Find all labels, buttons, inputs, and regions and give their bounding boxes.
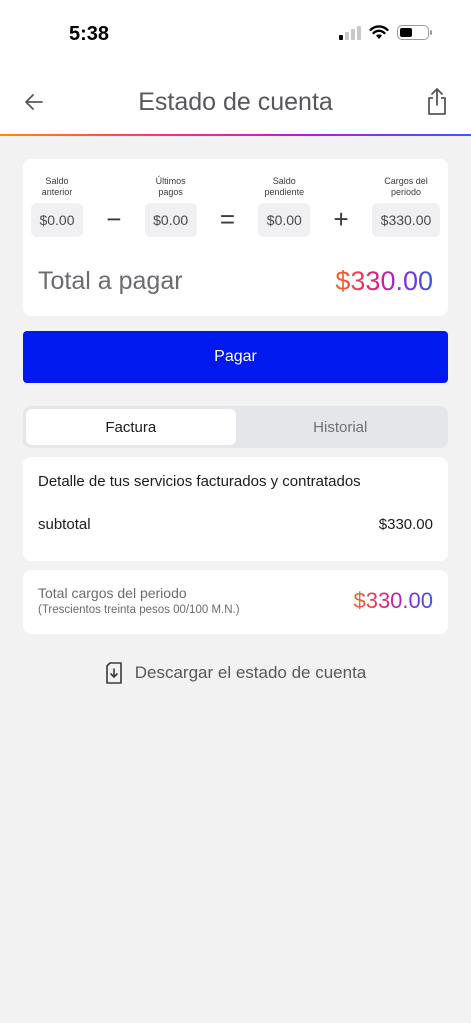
wifi-icon [369,25,389,39]
pending-balance-label: Saldo pendiente [264,176,305,197]
subtotal-row: subtotal $330.00 [38,516,433,533]
previous-balance-label: Saldo anterior [41,176,73,197]
status-time: 5:38 [69,23,110,45]
period-charges-label: Cargos del periodo [384,176,428,197]
previous-balance: Saldo anterior $0.00 [29,174,85,237]
pay-button[interactable]: Pagar [23,331,448,383]
cellular-signal-icon [339,25,361,40]
pending-balance: Saldo pendiente $0.00 [256,174,312,237]
period-totals-card: Total cargos del periodo (Trescientos tr… [23,570,448,634]
total-to-pay-amount: $330.00 [335,266,433,296]
share-icon[interactable] [425,86,449,116]
pending-balance-value: $0.00 [258,203,311,237]
battery-icon [397,25,432,40]
download-statement-label: Descargar el estado de cuenta [134,663,367,682]
minus-operator: − [106,203,122,234]
status-icons [339,25,432,40]
subtotal-label: subtotal [38,516,91,533]
plus-operator: + [333,203,349,234]
balance-equation: Saldo anterior $0.00 − Últimos pagos $0.… [29,174,442,237]
status-bar: 5:38 [0,0,471,70]
last-payments-label: Últimos pagos [155,176,186,197]
header-gradient-divider [0,134,471,136]
previous-balance-value: $0.00 [31,203,83,237]
last-payments-value: $0.00 [144,203,197,237]
page-title: Estado de cuenta [138,88,333,116]
period-charges-value: $330.00 [371,203,440,237]
period-totals-label: Total cargos del periodo [38,585,187,601]
services-detail-title: Detalle de tus servicios facturados y co… [38,473,361,490]
last-payments: Últimos pagos $0.00 [143,174,199,237]
equals-operator: = [219,203,236,234]
app-header: Estado de cuenta [0,70,471,135]
balance-summary-card: Saldo anterior $0.00 − Últimos pagos $0.… [23,159,448,316]
period-totals-words: (Trescientos treinta pesos 00/100 M.N.) [38,604,240,616]
services-detail-card: Detalle de tus servicios facturados y co… [23,457,448,561]
period-totals-amount: $330.00 [353,588,433,613]
download-document-icon [105,662,122,684]
segmented-tabs: Factura Historial [23,406,448,448]
tab-factura[interactable]: Factura [26,409,236,445]
total-to-pay-label: Total a pagar [38,267,183,295]
download-statement-link[interactable]: Descargar el estado de cuenta [0,662,471,684]
subtotal-value: $330.00 [378,516,433,533]
period-charges: Cargos del periodo $330.00 [370,174,442,237]
tab-historial[interactable]: Historial [236,409,446,445]
